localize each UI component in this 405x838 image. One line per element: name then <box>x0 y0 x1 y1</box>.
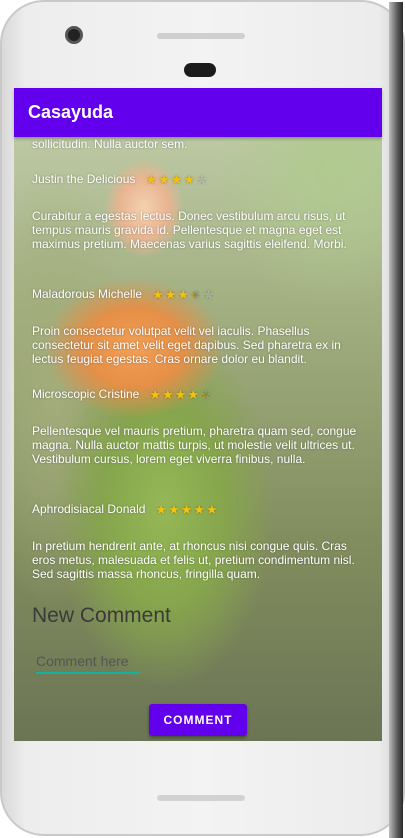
comment-author: Aphrodisiacal Donald <box>32 502 146 516</box>
star-icon: ★ <box>190 286 202 302</box>
comment-author: Justin the Delicious <box>32 172 136 186</box>
star-icon: ★ <box>158 171 170 187</box>
app-bar: Casayuda <box>14 88 382 137</box>
rating-stars: ★ ★ ★ ★ ★ <box>152 288 214 301</box>
star-icon: ★ <box>193 501 206 517</box>
star-icon: ★ <box>155 501 168 517</box>
comment-header: Justin the Delicious ★ ★ ★ ★ ★ <box>32 172 208 186</box>
star-icon: ★ <box>149 386 162 402</box>
star-icon: ★ <box>174 386 187 402</box>
star-icon: ★ <box>170 171 183 187</box>
front-camera-icon <box>65 26 83 44</box>
comment-author: Maladorous Michelle <box>32 287 143 301</box>
new-comment-title: New Comment <box>32 604 171 627</box>
star-icon: ★ <box>202 286 215 302</box>
star-icon: ★ <box>180 501 193 517</box>
proximity-sensor <box>184 63 216 77</box>
star-icon: ★ <box>177 286 190 302</box>
rating-stars: ★ ★ ★ ★ ★ <box>155 503 217 516</box>
phone-side-edge <box>389 2 403 838</box>
comment-text: Pellentesque vel mauris pretium, pharetr… <box>32 424 357 466</box>
star-icon: ★ <box>162 386 174 402</box>
star-icon: ★ <box>187 386 199 402</box>
comment-header: Maladorous Michelle ★ ★ ★ ★ ★ <box>32 287 214 301</box>
bottom-speaker <box>157 795 245 801</box>
comment-header: Microscopic Cristine ★ ★ ★ ★ ★ <box>32 387 212 401</box>
star-icon: ★ <box>183 171 196 187</box>
comment-text: In pretium hendrerit ante, at rhoncus ni… <box>32 539 355 581</box>
comment-text: sollicitudin. Nulla auctor sem. <box>32 137 188 151</box>
earpiece-speaker <box>157 33 245 39</box>
star-icon: ★ <box>196 171 208 187</box>
comment-button[interactable]: COMMENT <box>149 704 247 736</box>
star-icon: ★ <box>164 286 177 302</box>
comment-text: Proin consectetur volutpat velit vel iac… <box>32 324 341 366</box>
comment-text: Curabitur a egestas lectus. Donec vestib… <box>32 209 347 251</box>
app-title: Casayuda <box>28 102 114 122</box>
rating-stars: ★ ★ ★ ★ ★ <box>145 173 207 186</box>
star-icon: ★ <box>152 286 164 302</box>
star-icon: ★ <box>168 501 180 517</box>
comment-header: Aphrodisiacal Donald ★ ★ ★ ★ ★ <box>32 502 218 516</box>
rating-stars: ★ ★ ★ ★ ★ <box>149 388 211 401</box>
comment-input[interactable] <box>36 650 140 674</box>
star-icon: ★ <box>199 386 212 402</box>
star-icon: ★ <box>206 501 218 517</box>
comment-author: Microscopic Cristine <box>32 387 140 401</box>
star-icon: ★ <box>145 171 158 187</box>
